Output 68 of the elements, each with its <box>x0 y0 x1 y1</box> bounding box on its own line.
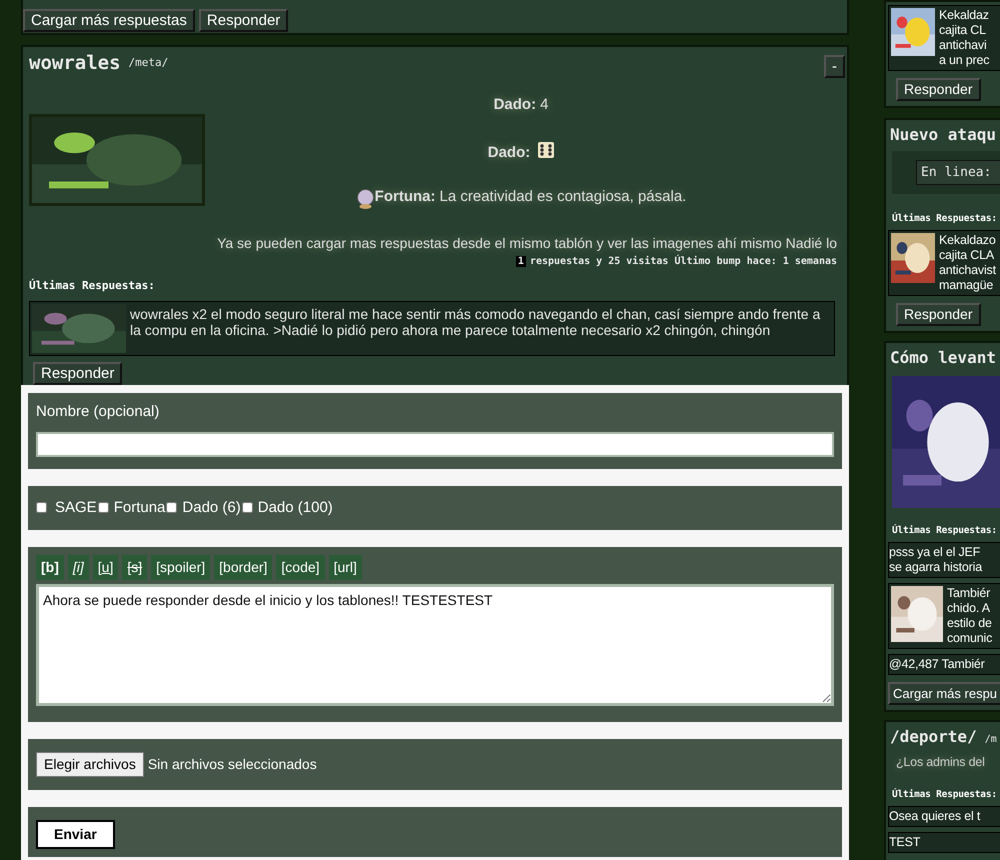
dice-value: 4 <box>540 96 548 113</box>
format-button[interactable]: [spoiler] <box>151 555 210 580</box>
replies-heading: Últimas Respuestas: <box>892 212 998 226</box>
online-count: En linea: <box>916 160 1000 185</box>
reply-button[interactable]: Responder <box>33 362 122 384</box>
message-field[interactable]: Ahora se puede responder desde el inicio y los tablones!! TESTESTEST <box>36 584 834 706</box>
reply-text-line: estilo de <box>947 616 992 631</box>
dice-label: Dado: <box>488 144 530 160</box>
die-icon <box>538 142 554 158</box>
choose-files-button[interactable]: Elegir archivos <box>36 752 144 776</box>
dice-label: Dado: <box>494 96 536 113</box>
reply-text-line: cajita CLA <box>939 248 995 264</box>
reply-text: wowrales x2 el modo seguro literal me hace sentir más comodo navegando el chan, casí siempre ando frente a la compu en la oficina. >Nadié lo pidió pero ahora me parece totalmente necesario x2 chingón, chingón <box>130 304 822 340</box>
load-more-button[interactable]: Cargar más respu <box>888 682 1000 705</box>
board-tag: /m <box>984 732 997 746</box>
reply-text-line: antichavi <box>939 38 988 53</box>
collapse-button[interactable]: - <box>824 55 845 78</box>
replies-heading: Últimas Respuestas: <box>29 278 156 294</box>
reply-text-line: cajita CL <box>939 23 987 38</box>
reply-text-line: a un prec <box>939 53 990 68</box>
post-body: Ya se pueden cargar mas respuestas desde el mismo tablón y ver las imagenes ahí mismo Nadié lo <box>216 234 837 252</box>
reply-text-line: chido. A <box>947 601 991 616</box>
reply-text-line: mamagüe <box>939 278 994 294</box>
replies-heading: Últimas Respuestas: <box>892 524 998 538</box>
name-label: Nombre (opcional) <box>36 402 160 422</box>
reply-text-line: psss ya el el JEF <box>889 545 982 560</box>
option-label: SAGE <box>55 498 97 518</box>
reply-button[interactable]: Responder <box>198 9 288 32</box>
fortune-label: Fortuna: <box>374 187 436 207</box>
thread-title: /deporte/ <box>890 726 977 748</box>
format-button[interactable]: [s] <box>122 555 148 580</box>
checkbox[interactable] <box>36 502 47 514</box>
load-more-button[interactable]: Cargar más respuestas <box>23 9 195 32</box>
checkbox[interactable] <box>166 502 178 514</box>
reply-text-line: @42,487 Tambiér <box>889 657 985 672</box>
checkbox[interactable] <box>98 502 109 514</box>
format-button[interactable]: [u] <box>92 555 118 580</box>
format-button[interactable]: [i] <box>68 555 89 580</box>
reply-text-line: comunic <box>947 631 992 646</box>
format-button[interactable]: [url] <box>328 555 362 580</box>
submit-button[interactable]: Enviar <box>36 820 115 848</box>
reply-text-line: se agarra historia <box>889 560 982 575</box>
board-tag: /meta/ <box>128 55 168 72</box>
reply-text-line: Kekaldazo <box>939 233 996 248</box>
name-field[interactable] <box>36 432 834 456</box>
thread-title: Cómo levant <box>890 346 996 369</box>
reply-text-line: Osea quieres el t <box>889 808 980 824</box>
file-status: Sin archivos seleccionados <box>148 754 317 774</box>
format-button[interactable]: [code] <box>276 555 325 580</box>
checkbox[interactable] <box>242 502 253 514</box>
reply-text-line: antichavist <box>939 263 996 278</box>
fortune-text: La creatividad es contagiosa, pásala. <box>440 187 686 207</box>
option-label: Dado (100) <box>258 498 333 518</box>
reply-text-line: Tambiér <box>947 586 992 601</box>
replies-heading: Últimas Respuestas: <box>892 788 998 802</box>
reply-text-line: TEST <box>889 834 920 850</box>
thread-stats: respuestas y 25 visitas Último bump hace: 1 semanas <box>530 256 837 267</box>
reply-button[interactable]: Responder <box>896 303 980 326</box>
reply-button[interactable]: Responder <box>896 78 980 101</box>
thread-summary: ¿Los admins del <box>896 754 986 770</box>
option-label: Fortuna <box>114 498 166 518</box>
format-button[interactable]: [b] <box>36 555 64 580</box>
option-label: Dado (6) <box>182 498 241 518</box>
thread-title: Nuevo ataqu <box>890 124 996 146</box>
reply-count: 1 <box>516 256 526 267</box>
format-button[interactable]: [border] <box>214 555 272 580</box>
thread-title: wowrales <box>29 51 121 76</box>
reply-text-line: Kekaldaz <box>939 8 990 23</box>
